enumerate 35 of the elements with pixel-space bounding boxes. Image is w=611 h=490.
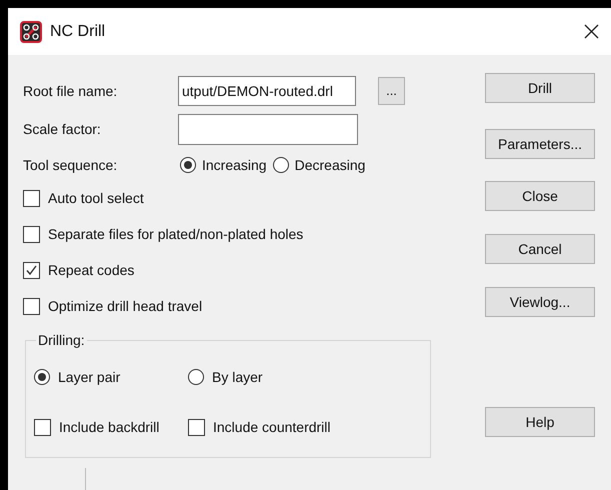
option-label: Include counterdrill xyxy=(213,418,331,436)
radio-button[interactable] xyxy=(188,369,204,385)
dialog-button[interactable]: Drill xyxy=(485,73,595,103)
checkbox[interactable] xyxy=(23,262,40,278)
checkbox[interactable] xyxy=(23,298,40,314)
option-label: Auto tool select xyxy=(48,188,144,208)
option-label: Layer pair xyxy=(58,368,120,387)
dialog-button[interactable]: Viewlog... xyxy=(485,287,595,317)
drill-board-icon xyxy=(20,20,42,42)
option-label: Separate files for plated/non-plated holes xyxy=(48,224,304,244)
dialog-button[interactable]: Help xyxy=(485,407,595,437)
checkbox[interactable] xyxy=(34,418,51,436)
option-label: Repeat codes xyxy=(48,260,134,280)
option-label: Optimize drill head travel xyxy=(48,296,202,316)
dialog-button[interactable]: Parameters... xyxy=(485,129,595,159)
checkbox[interactable] xyxy=(23,190,40,206)
close-icon[interactable] xyxy=(584,24,599,39)
option-label: Increasing xyxy=(202,156,267,175)
scale-factor-field[interactable] xyxy=(178,114,358,145)
radio-button[interactable] xyxy=(34,369,50,385)
option-label: Decreasing xyxy=(294,156,366,175)
browse-button[interactable]: ... xyxy=(378,77,405,105)
option-label: By layer xyxy=(212,368,263,387)
dialog-button[interactable]: Cancel xyxy=(485,234,595,264)
root-file-label: Root file name: xyxy=(23,82,118,100)
checkbox[interactable] xyxy=(188,418,205,436)
option-label: Include backdrill xyxy=(59,418,160,436)
dialog-button[interactable]: Close xyxy=(485,181,595,211)
window-title: NC Drill xyxy=(50,22,106,42)
tool-sequence-label: Tool sequence: xyxy=(23,156,118,175)
radio-button[interactable] xyxy=(180,157,196,173)
scale-factor-label: Scale factor: xyxy=(23,120,102,139)
root-file-field[interactable]: utput/DEMON-routed.drl xyxy=(178,76,356,106)
radio-button[interactable] xyxy=(272,157,289,173)
checkbox[interactable] xyxy=(23,226,40,242)
